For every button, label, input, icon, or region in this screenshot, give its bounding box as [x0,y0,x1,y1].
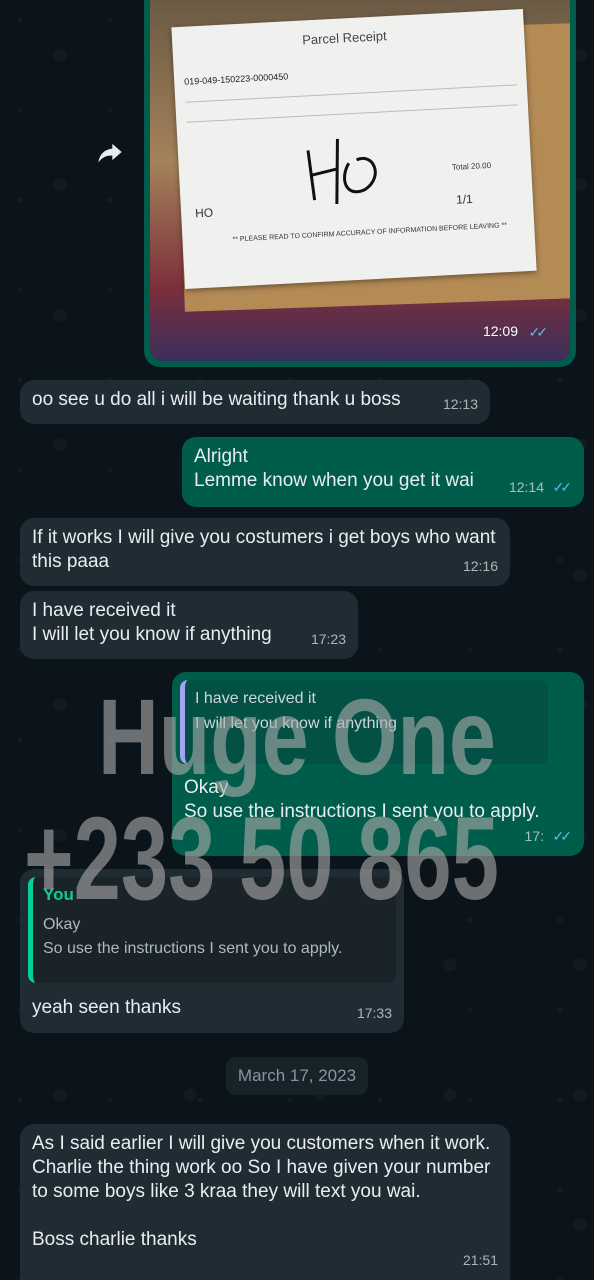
receipt-title: Parcel Receipt [301,28,388,48]
receipt-page: 1/1 [455,191,474,207]
quoted-text: I have received it I will let you know i… [195,690,397,732]
double-check-icon: ✓✓ [552,828,573,844]
receipt-initials: HO [194,205,214,221]
double-check-icon: ✓✓ [552,479,573,495]
outgoing-reply-message[interactable]: I have received it I will let you know i… [172,672,584,856]
incoming-message[interactable]: As I said earlier I will give you custom… [20,1124,510,1280]
message-time: 12:09 [482,323,518,339]
image-message[interactable]: Parcel Receipt 019-049-150223-0000450 To… [144,0,576,367]
message-text: As I said earlier I will give you custom… [32,1133,491,1250]
double-check-icon: ✓✓ [528,324,549,340]
message-text: Okay So use the instructions I sent you … [184,777,540,822]
date-separator: March 17, 2023 [226,1057,368,1095]
receipt-note: ** PLEASE READ TO CONFIRM ACCURACY OF IN… [232,222,508,244]
quoted-message[interactable]: I have received it I will let you know i… [180,680,548,764]
quoted-message[interactable]: You Okay So use the instructions I sent … [28,877,396,983]
parcel-receipt: Parcel Receipt 019-049-150223-0000450 To… [171,8,537,290]
forward-icon[interactable] [96,138,126,168]
receipt-photo[interactable]: Parcel Receipt 019-049-150223-0000450 To… [150,0,570,361]
message-text: Alright Lemme know when you get it wai [194,446,474,491]
signature [306,138,377,204]
message-time: 17:23 [310,631,346,647]
outgoing-message[interactable]: Alright Lemme know when you get it wai 1… [182,437,584,507]
receipt-code: 019-049-150223-0000450 [183,71,289,87]
receipt-divider [185,84,517,103]
receipt-total: Total 20.00 [451,160,492,172]
incoming-message[interactable]: If it works I will give you costumers i … [20,518,510,586]
quoted-text: Okay So use the instructions I sent you … [43,916,343,957]
quoted-author: You [43,885,74,904]
message-text: oo see u do all i will be waiting thank … [32,389,401,410]
incoming-message[interactable]: I have received it I will let you know i… [20,591,358,659]
message-text: If it works I will give you costumers i … [32,527,496,572]
incoming-message[interactable]: oo see u do all i will be waiting thank … [20,380,490,424]
message-time: 21:51 [462,1252,498,1268]
message-text: yeah seen thanks [32,997,181,1018]
message-time: 17:33 [356,1005,392,1021]
message-time: 12:13 [442,396,478,412]
message-time: 12:16 [462,558,498,574]
message-time: 12:14 [508,479,544,495]
incoming-reply-message[interactable]: You Okay So use the instructions I sent … [20,869,404,1033]
message-text: I have received it I will let you know i… [32,600,272,645]
message-time: 17: [524,828,544,844]
